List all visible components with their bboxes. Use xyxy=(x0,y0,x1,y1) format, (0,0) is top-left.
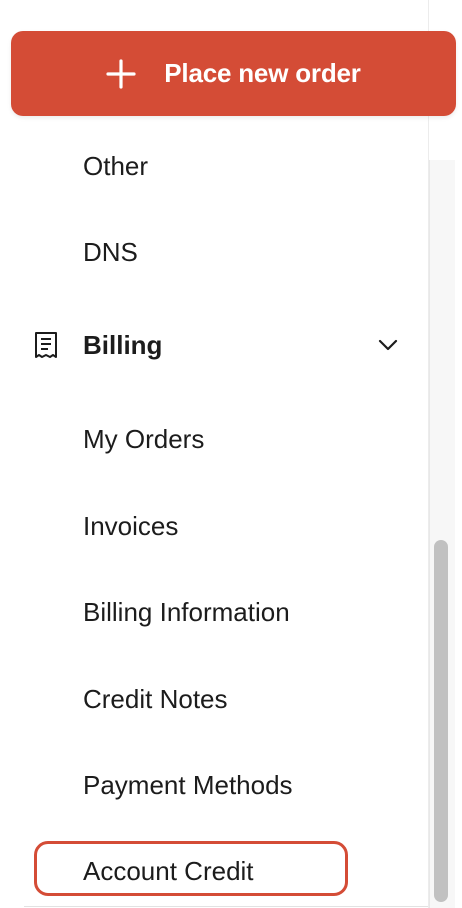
divider xyxy=(24,906,428,907)
sidebar-item-invoices[interactable]: Invoices xyxy=(83,509,178,543)
place-new-order-button[interactable]: Place new order xyxy=(11,31,456,116)
sidebar-item-dns[interactable]: DNS xyxy=(83,235,138,269)
sidebar-item-label: Credit Notes xyxy=(83,684,228,714)
sidebar-section-title: Billing xyxy=(83,329,163,360)
sidebar-item-other[interactable]: Other xyxy=(83,149,148,183)
sidebar-item-label: Payment Methods xyxy=(83,770,293,800)
sidebar-item-label: DNS xyxy=(83,237,138,267)
sidebar-item-my-orders[interactable]: My Orders xyxy=(83,422,204,456)
sidebar-item-payment-methods[interactable]: Payment Methods xyxy=(83,768,293,802)
sidebar-item-billing-information[interactable]: Billing Information xyxy=(83,595,290,629)
chevron-down-icon[interactable] xyxy=(377,338,399,352)
sidebar-section-billing[interactable]: Billing xyxy=(33,325,403,365)
plus-icon xyxy=(106,58,136,89)
scrollbar-thumb[interactable] xyxy=(434,540,448,902)
sidebar-item-label: Billing Information xyxy=(83,597,290,627)
place-new-order-label: Place new order xyxy=(164,58,361,88)
sidebar-item-label: Account Credit xyxy=(83,856,254,886)
sidebar-item-label: My Orders xyxy=(83,424,205,454)
sidebar-item-label: Invoices xyxy=(83,511,179,541)
sidebar-item-account-credit[interactable]: Account Credit xyxy=(83,854,254,888)
sidebar-item-label: Other xyxy=(83,151,149,181)
receipt-icon xyxy=(35,332,57,358)
sidebar-item-credit-notes[interactable]: Credit Notes xyxy=(83,682,228,716)
